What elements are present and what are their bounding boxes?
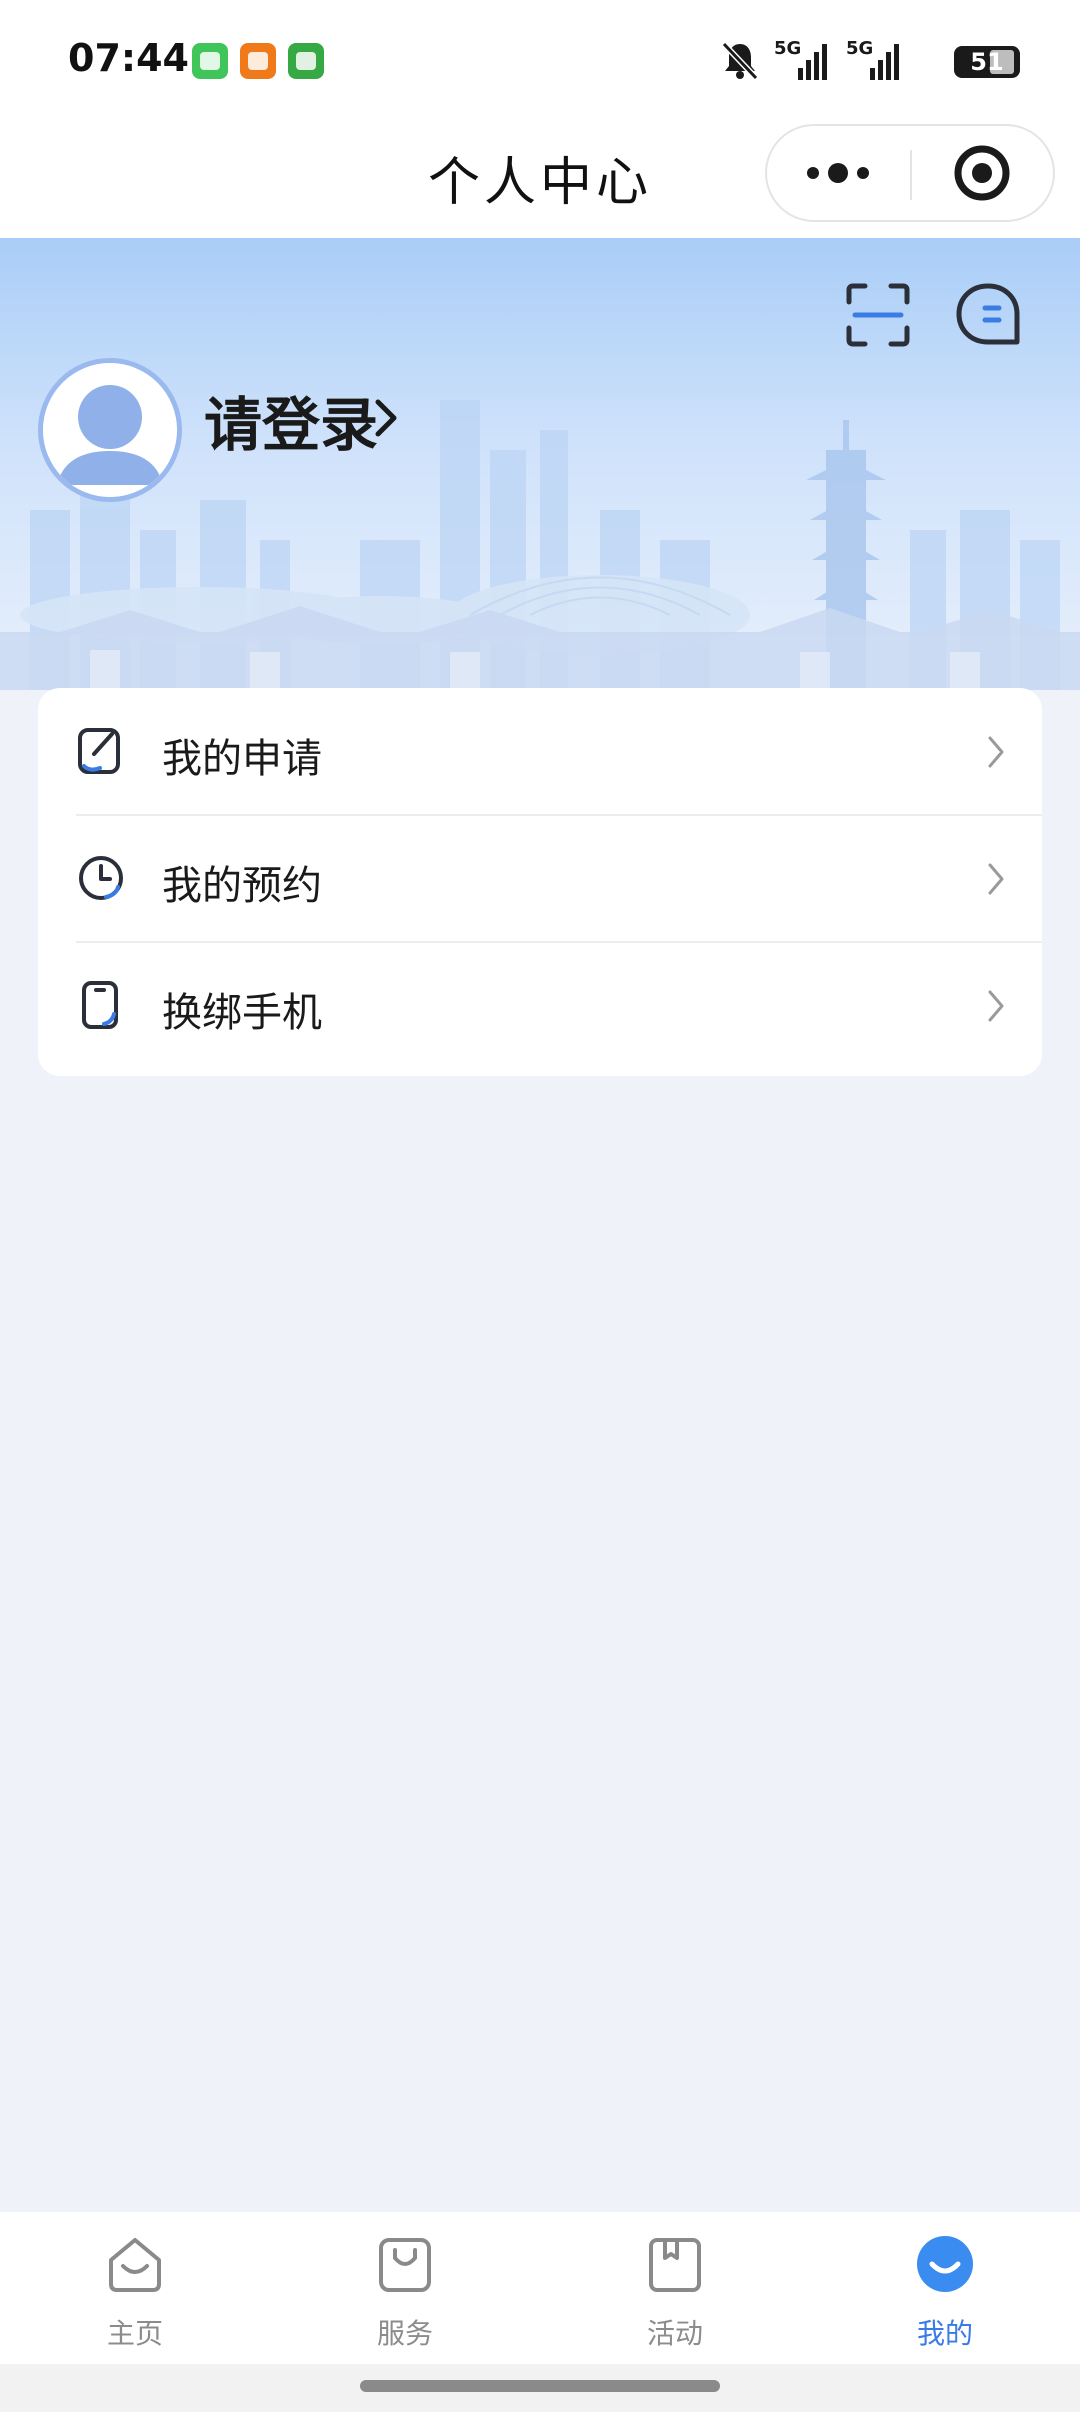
profile-active-icon bbox=[917, 2236, 973, 2292]
battery-indicator: 51 bbox=[954, 46, 1020, 78]
default-avatar-icon bbox=[43, 363, 177, 497]
more-dots-icon bbox=[807, 163, 869, 183]
bottom-tab-bar: 主页 服务 活动 我的 bbox=[0, 2212, 1080, 2364]
chevron-right-icon bbox=[988, 736, 1004, 768]
target-close-icon bbox=[954, 145, 1010, 201]
tab-label: 活动 bbox=[646, 2317, 703, 2350]
login-chevron-icon[interactable] bbox=[370, 396, 400, 440]
tab-label: 主页 bbox=[106, 2317, 163, 2350]
menu-card: 我的申请 我的预约 换绑手机 bbox=[38, 688, 1042, 1076]
tab-activities[interactable]: 活动 bbox=[540, 2212, 810, 2364]
menu-item-label: 我的预约 bbox=[162, 863, 322, 909]
tab-label: 我的 bbox=[916, 2317, 973, 2350]
menu-item-change-phone[interactable]: 换绑手机 bbox=[38, 942, 1042, 1068]
home-icon bbox=[109, 2238, 161, 2292]
menu-item-my-applications[interactable]: 我的申请 bbox=[38, 688, 1042, 814]
orange-app-icon bbox=[240, 43, 276, 79]
tab-mine[interactable]: 我的 bbox=[810, 2212, 1080, 2364]
bookmark-icon bbox=[649, 2238, 701, 2292]
more-button[interactable] bbox=[767, 126, 910, 220]
status-time: 07:44 bbox=[68, 36, 189, 80]
edit-note-icon bbox=[78, 728, 120, 774]
battery-level: 51 bbox=[970, 48, 1004, 76]
messages-app-icon bbox=[192, 43, 228, 79]
tab-label: 服务 bbox=[376, 2317, 433, 2350]
status-bar: 07:44 5G 5G 51 bbox=[0, 0, 1080, 120]
bell-muted-icon bbox=[721, 41, 759, 81]
shopping-bag-icon bbox=[379, 2238, 431, 2292]
scan-button[interactable] bbox=[843, 280, 913, 350]
menu-item-label: 我的申请 bbox=[162, 736, 322, 782]
scan-icon bbox=[846, 283, 910, 347]
home-indicator[interactable] bbox=[360, 2380, 720, 2392]
signal-icon-1 bbox=[798, 44, 827, 80]
chevron-right-icon bbox=[988, 863, 1004, 895]
menu-item-label: 换绑手机 bbox=[162, 990, 322, 1036]
tab-home[interactable]: 主页 bbox=[0, 2212, 270, 2364]
avatar[interactable] bbox=[38, 358, 182, 502]
signal-icon-2 bbox=[870, 44, 899, 80]
tab-services[interactable]: 服务 bbox=[270, 2212, 540, 2364]
clock-icon bbox=[79, 856, 123, 900]
chevron-right-icon bbox=[988, 990, 1004, 1022]
profile-hero: 请登录 bbox=[0, 238, 1080, 690]
login-prompt[interactable]: 请登录 bbox=[204, 378, 378, 462]
menu-item-my-appointments[interactable]: 我的预约 bbox=[38, 815, 1042, 941]
game-app-icon bbox=[288, 43, 324, 79]
messages-button[interactable] bbox=[953, 280, 1023, 350]
gesture-bar-area bbox=[0, 2364, 1080, 2412]
nav-header: 个人中心 bbox=[0, 120, 1080, 238]
close-mini-program-button[interactable] bbox=[912, 126, 1055, 220]
message-bubble-icon bbox=[956, 283, 1020, 345]
phone-icon bbox=[82, 981, 118, 1029]
status-indicators: 5G 5G 51 bbox=[720, 38, 1020, 84]
mini-program-capsule bbox=[765, 124, 1055, 222]
